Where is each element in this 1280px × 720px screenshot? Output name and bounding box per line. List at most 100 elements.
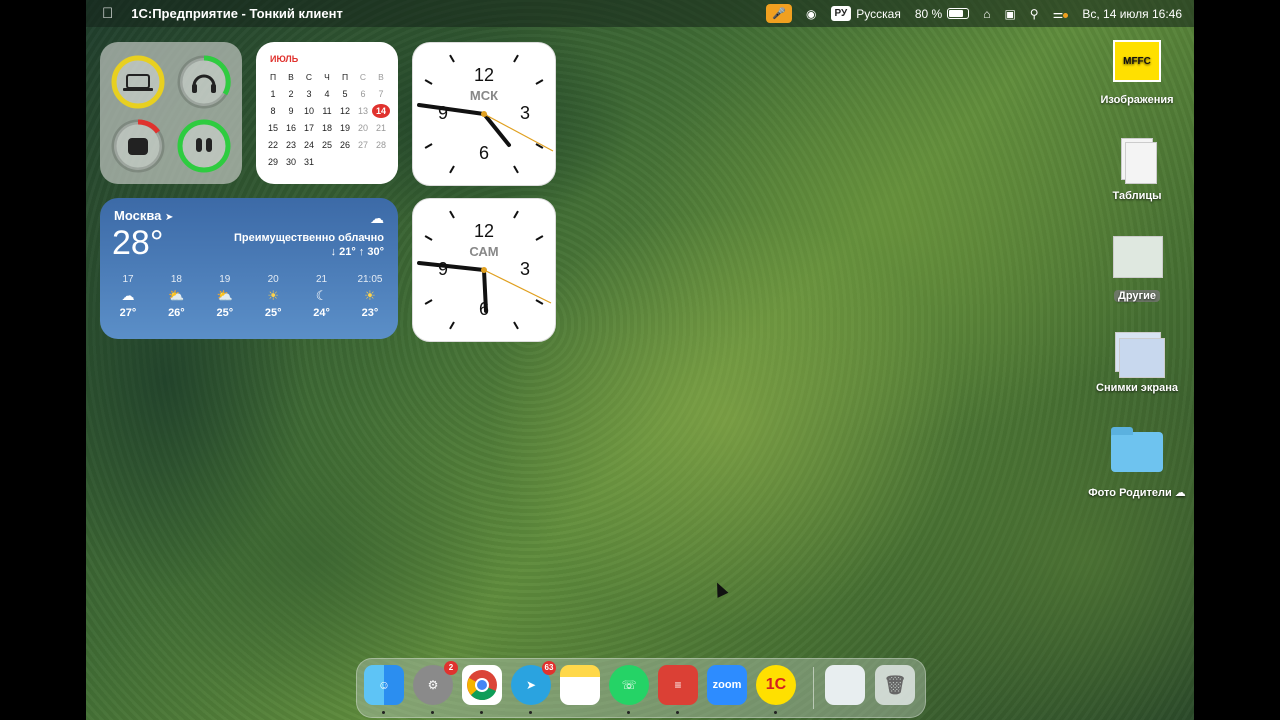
calendar-day: 7 [378, 89, 384, 99]
clock-msk-6: 6 [479, 143, 489, 163]
finder-icon[interactable]: ☺ [364, 665, 404, 705]
desktop-item-photos-parents[interactable]: Фото Родители ☁ [1082, 427, 1192, 499]
calendar-day: 6 [360, 89, 366, 99]
calendar-day: 10 [303, 106, 314, 116]
spotlight-search-icon[interactable]: ⚲ [1030, 7, 1039, 21]
desktop-item-images[interactable]: MFFC Изображения [1082, 40, 1192, 106]
dock: ☺ ⚙ 2 ➤ 63 ☏ ≡ zoom 1С 🗑 [356, 658, 926, 718]
control-center-icon[interactable]: ⚌ [1053, 7, 1069, 21]
forecast-temp: 27° [119, 307, 137, 319]
desktop-item-tables[interactable]: Таблицы [1082, 136, 1192, 202]
menu-bar:  1С:Предприятие - Тонкий клиент 🎤 ◉ РУ … [86, 0, 1194, 27]
calendar-widget[interactable]: ИЮЛЬ П В С Ч П С В 1 2 3 4 5 6 7 8 9 10 11 12 13 14 15 16 17 18 1… [256, 42, 398, 184]
others-stack-icon [1109, 230, 1165, 286]
weather-widget[interactable]: Москва ➤ 28° ☁ Преимущественно облачно ↓… [100, 198, 398, 339]
forecast-temp: 25° [264, 307, 282, 319]
cloud-icon: ☁ [370, 210, 384, 226]
battery-status[interactable]: 80 % [914, 6, 970, 21]
forecast-hour: 19 [219, 274, 231, 285]
desktop-item-screenshots[interactable]: Снимки экрана [1082, 328, 1192, 394]
calendar-day: 28 [375, 140, 386, 150]
language-name: Русская [856, 6, 901, 21]
telegram-icon[interactable]: ➤ 63 [511, 661, 556, 705]
forecast-item: 18 ⛅ 26° [156, 274, 196, 319]
calendar-day: 9 [288, 106, 294, 116]
calendar-weekday: С [359, 72, 367, 82]
onec-icon[interactable]: 1С [756, 665, 796, 705]
calendar-day: 31 [303, 157, 314, 167]
icloud-icon: ☁ [1174, 487, 1186, 499]
calendar-day: 8 [270, 106, 276, 116]
calendar-day: 29 [267, 157, 278, 167]
calendar-day: 27 [357, 140, 368, 150]
desktop-item-label: Таблицы [1112, 190, 1162, 202]
images-stack-icon: MFFC [1111, 40, 1163, 90]
calendar-day: 12 [339, 106, 350, 116]
dock-separator [813, 667, 814, 709]
whatsapp-icon[interactable]: ☏ [609, 665, 649, 705]
calendar-day: 17 [303, 123, 314, 133]
calendar-day: 25 [321, 140, 332, 150]
sunset-icon: ☀ [364, 288, 376, 303]
telegram-badge: 63 [542, 661, 556, 675]
clock-widget-sam[interactable]: 12 3 6 9 САМ [412, 198, 556, 342]
mouse-cursor [711, 580, 729, 598]
display-icon[interactable]: ▣ [1004, 7, 1015, 21]
batteries-widget[interactable] [100, 42, 242, 184]
battery-icon [947, 8, 970, 19]
folder-icon [1111, 427, 1163, 482]
todoist-icon[interactable]: ≡ [658, 665, 698, 705]
forecast-temp: 25° [216, 307, 234, 319]
settings-badge: 2 [444, 661, 458, 675]
calendar-weekday: П [341, 72, 349, 82]
wifi-icon[interactable]: ⌂ [983, 7, 990, 21]
forecast-item: 21 ☾ 24° [302, 274, 342, 319]
forecast-item: 19 ⛅ 25° [205, 274, 245, 319]
input-language[interactable]: РУ Русская [830, 6, 901, 21]
desktop-screen:  1С:Предприятие - Тонкий клиент 🎤 ◉ РУ … [86, 0, 1194, 720]
clock-sam-3: 3 [520, 259, 530, 279]
calendar-day: 13 [357, 106, 368, 116]
weather-range: ↓ 21° ↑ 30° [330, 246, 384, 258]
clock-msk-label: МСК [470, 88, 498, 103]
clock-msk-3: 3 [520, 103, 530, 123]
forecast-item: 20 ☀ 25° [253, 274, 293, 319]
chrome-icon[interactable] [462, 665, 502, 705]
calendar-day: 30 [285, 157, 296, 167]
weather-temp: 28° [112, 224, 164, 262]
screen-record-icon[interactable]: ◉ [806, 7, 816, 21]
calendar-day: 4 [324, 89, 330, 99]
active-app-name[interactable]: 1С:Предприятие - Тонкий клиент [131, 6, 343, 21]
calendar-weekday: В [378, 72, 384, 82]
menubar-clock[interactable]: Вс, 14 июля 16:46 [1082, 7, 1182, 21]
notes-icon[interactable] [560, 665, 600, 705]
desktop-item-label: Другие [1082, 290, 1192, 302]
language-code: РУ [830, 6, 852, 21]
clock-face-msk: 12 3 6 9 МСК [417, 54, 554, 174]
cloud-rain-icon: ☁ [121, 288, 135, 303]
calendar-day: 26 [339, 140, 350, 150]
system-settings-icon[interactable]: ⚙ 2 [413, 661, 458, 705]
zoom-icon[interactable]: zoom [707, 665, 747, 705]
microphone-icon[interactable]: 🎤 [766, 4, 793, 23]
forecast-hour: 20 [267, 274, 279, 285]
forecast-item: 21:05 ☀ 23° [350, 274, 390, 319]
onec-window-thumbnail[interactable] [825, 665, 865, 705]
battery-percent: 80 % [914, 6, 943, 21]
apple-menu-icon[interactable]:  [102, 5, 113, 22]
desktop-item-others[interactable]: Другие [1082, 230, 1192, 302]
clock-widget-msk[interactable]: 12 3 6 9 МСК [412, 42, 556, 186]
batteries-rings [111, 55, 231, 173]
screenshots-stack-icon [1111, 328, 1165, 378]
calendar-day: 19 [339, 123, 350, 133]
forecast-hour: 21 [316, 274, 328, 285]
sun-cloud-icon: ⛅ [216, 288, 233, 303]
tables-stack-icon [1111, 136, 1163, 186]
calendar-day: 14 [372, 104, 390, 118]
forecast-temp: 24° [313, 307, 330, 319]
calendar-day: 1 [270, 89, 276, 99]
trash-icon[interactable]: 🗑 [875, 665, 915, 705]
calendar-day: 23 [285, 140, 296, 150]
calendar-month: ИЮЛЬ [270, 54, 299, 64]
calendar-grid: П В С Ч П С В 1 2 3 4 5 6 7 8 9 10 11 12 13 14 15 16 17 18 19 20 21… [264, 70, 392, 169]
